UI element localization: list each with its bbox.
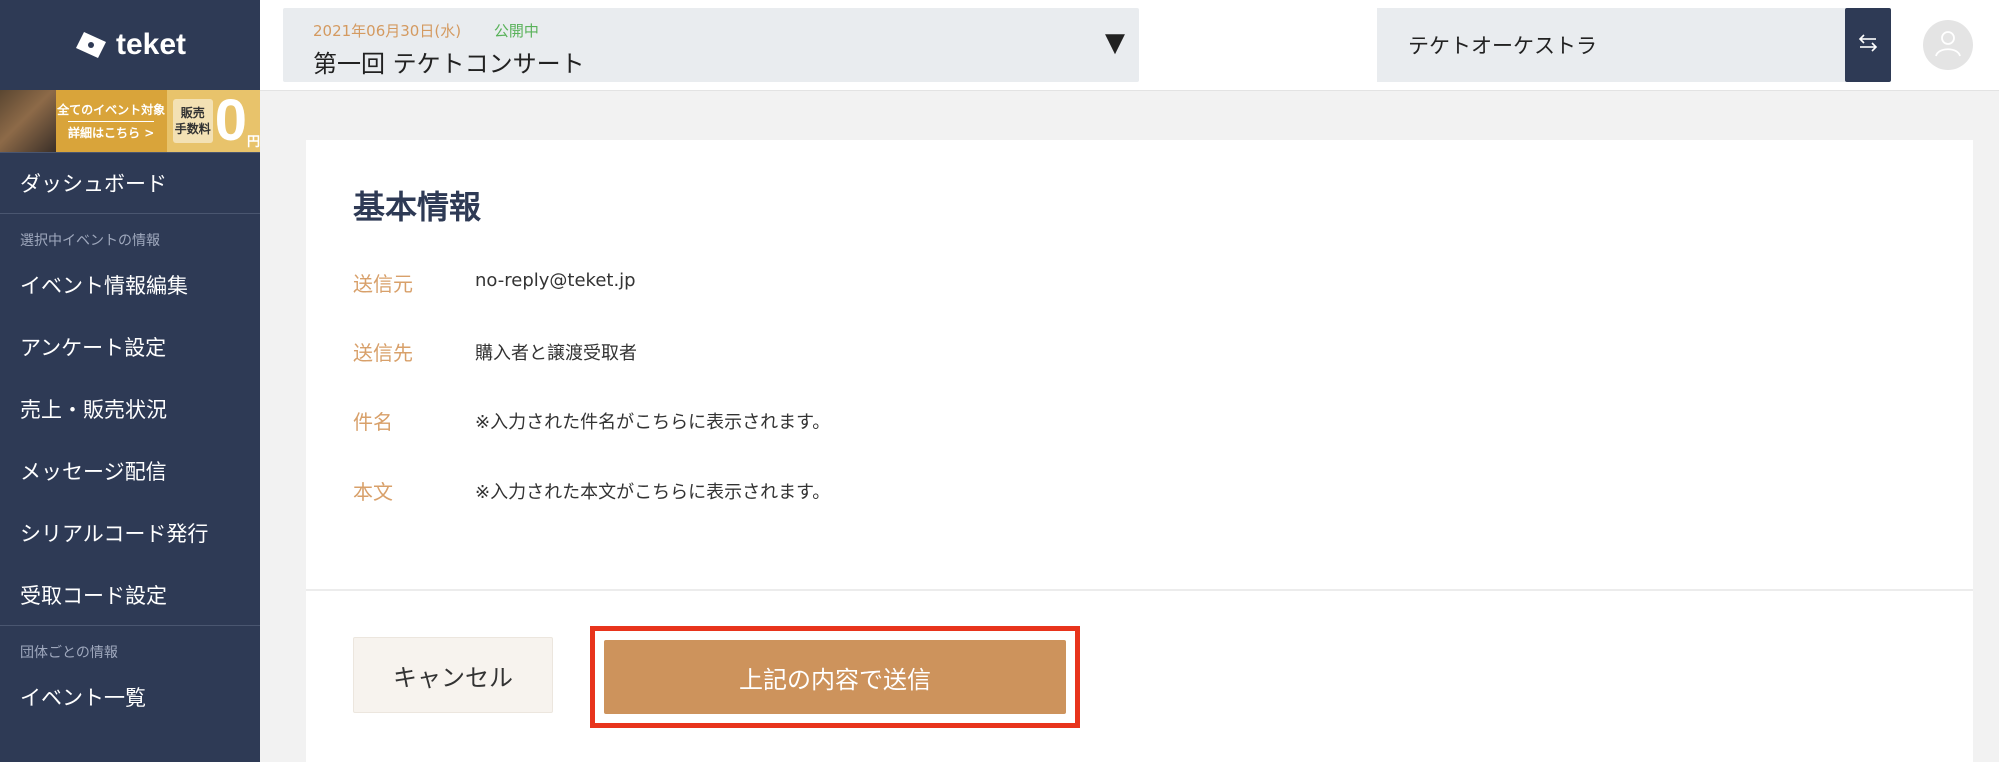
sidebar-item-label: アンケート設定 bbox=[20, 336, 167, 360]
divider bbox=[306, 589, 1973, 591]
card-title: 基本情報 bbox=[353, 188, 482, 226]
event-status-badge: 公開中 bbox=[493, 22, 539, 40]
row-value: 購入者と譲渡受取者 bbox=[475, 343, 637, 364]
organization-selector[interactable]: テケトオーケストラ bbox=[1377, 8, 1847, 82]
promo-zero-number: 0 bbox=[214, 90, 247, 152]
caret-down-icon: ▼ bbox=[1105, 28, 1125, 58]
ticket-logo-icon bbox=[74, 30, 108, 60]
sidebar: teket 全てのイベント対象 詳細はこちら > 販売 手数料 0 円 ダッシュ… bbox=[0, 0, 260, 762]
sidebar-item-label: 受取コード設定 bbox=[20, 583, 167, 608]
sidebar-item-event-list[interactable]: イベント一覧 bbox=[0, 666, 260, 728]
promo-line1: 全てのイベント対象 bbox=[57, 102, 166, 117]
row-label: 本文 bbox=[353, 480, 393, 504]
sidebar-item-label: ダッシュボード bbox=[20, 172, 167, 196]
sidebar-item-receive-code[interactable]: 受取コード設定 bbox=[0, 564, 260, 626]
sidebar-section-event: 選択中イベントの情報 bbox=[20, 233, 160, 249]
top-header: 2021年06月30日(水) 公開中 第一回 テケトコンサート ▼ テケトオーケ… bbox=[260, 0, 1999, 91]
cancel-button[interactable]: キャンセル bbox=[353, 637, 553, 713]
organization-name: テケトオーケストラ bbox=[1408, 34, 1597, 58]
user-avatar[interactable] bbox=[1923, 20, 1973, 70]
brand-name: teket bbox=[115, 28, 187, 61]
logo[interactable]: teket bbox=[0, 0, 260, 90]
promo-banner[interactable]: 全てのイベント対象 詳細はこちら > 販売 手数料 0 円 bbox=[0, 90, 260, 152]
promo-fee-label: 販売 手数料 bbox=[172, 99, 213, 143]
sidebar-item-event-edit[interactable]: イベント情報編集 bbox=[0, 254, 260, 316]
row-value: ※入力された件名がこちらに表示されます。 bbox=[475, 412, 831, 433]
sidebar-item-survey[interactable]: アンケート設定 bbox=[0, 316, 260, 378]
promo-zero-fee: 販売 手数料 0 円 bbox=[166, 90, 260, 152]
user-icon bbox=[1933, 28, 1963, 62]
row-label: 送信元 bbox=[353, 272, 413, 296]
sidebar-item-label: メッセージ配信 bbox=[20, 460, 167, 484]
swap-arrows-icon bbox=[1856, 31, 1880, 59]
basic-info-card: 基本情報 送信元 no-reply@teket.jp 送信先 購入者と譲渡受取者… bbox=[306, 140, 1973, 762]
event-date: 2021年06月30日(水) bbox=[313, 22, 462, 40]
row-value: no-reply@teket.jp bbox=[475, 270, 636, 291]
sidebar-item-serial-code[interactable]: シリアルコード発行 bbox=[0, 502, 260, 564]
send-button[interactable]: 上記の内容で送信 bbox=[604, 640, 1066, 714]
event-title: 第一回 テケトコンサート bbox=[313, 50, 585, 78]
row-label: 件名 bbox=[353, 410, 393, 434]
promo-photo bbox=[0, 90, 56, 152]
sidebar-item-label: イベント一覧 bbox=[20, 686, 146, 710]
row-label: 送信先 bbox=[353, 341, 413, 365]
promo-text: 全てのイベント対象 詳細はこちら > bbox=[56, 90, 167, 152]
event-selector[interactable]: 2021年06月30日(水) 公開中 第一回 テケトコンサート ▼ bbox=[283, 8, 1139, 82]
event-meta: 2021年06月30日(水) 公開中 bbox=[313, 20, 539, 41]
sidebar-item-dashboard[interactable]: ダッシュボード bbox=[0, 152, 260, 214]
promo-line2: 詳細はこちら > bbox=[68, 120, 155, 144]
promo-yen: 円 bbox=[246, 135, 260, 150]
sidebar-item-label: イベント情報編集 bbox=[20, 274, 188, 298]
row-value: ※入力された本文がこちらに表示されます。 bbox=[475, 482, 831, 503]
sidebar-item-label: 売上・販売状況 bbox=[20, 398, 167, 422]
switch-organization-button[interactable] bbox=[1845, 8, 1891, 82]
sidebar-item-label: シリアルコード発行 bbox=[20, 522, 209, 546]
sidebar-item-sales[interactable]: 売上・販売状況 bbox=[0, 378, 260, 440]
sidebar-item-message[interactable]: メッセージ配信 bbox=[0, 440, 260, 502]
sidebar-section-org: 団体ごとの情報 bbox=[20, 645, 118, 661]
